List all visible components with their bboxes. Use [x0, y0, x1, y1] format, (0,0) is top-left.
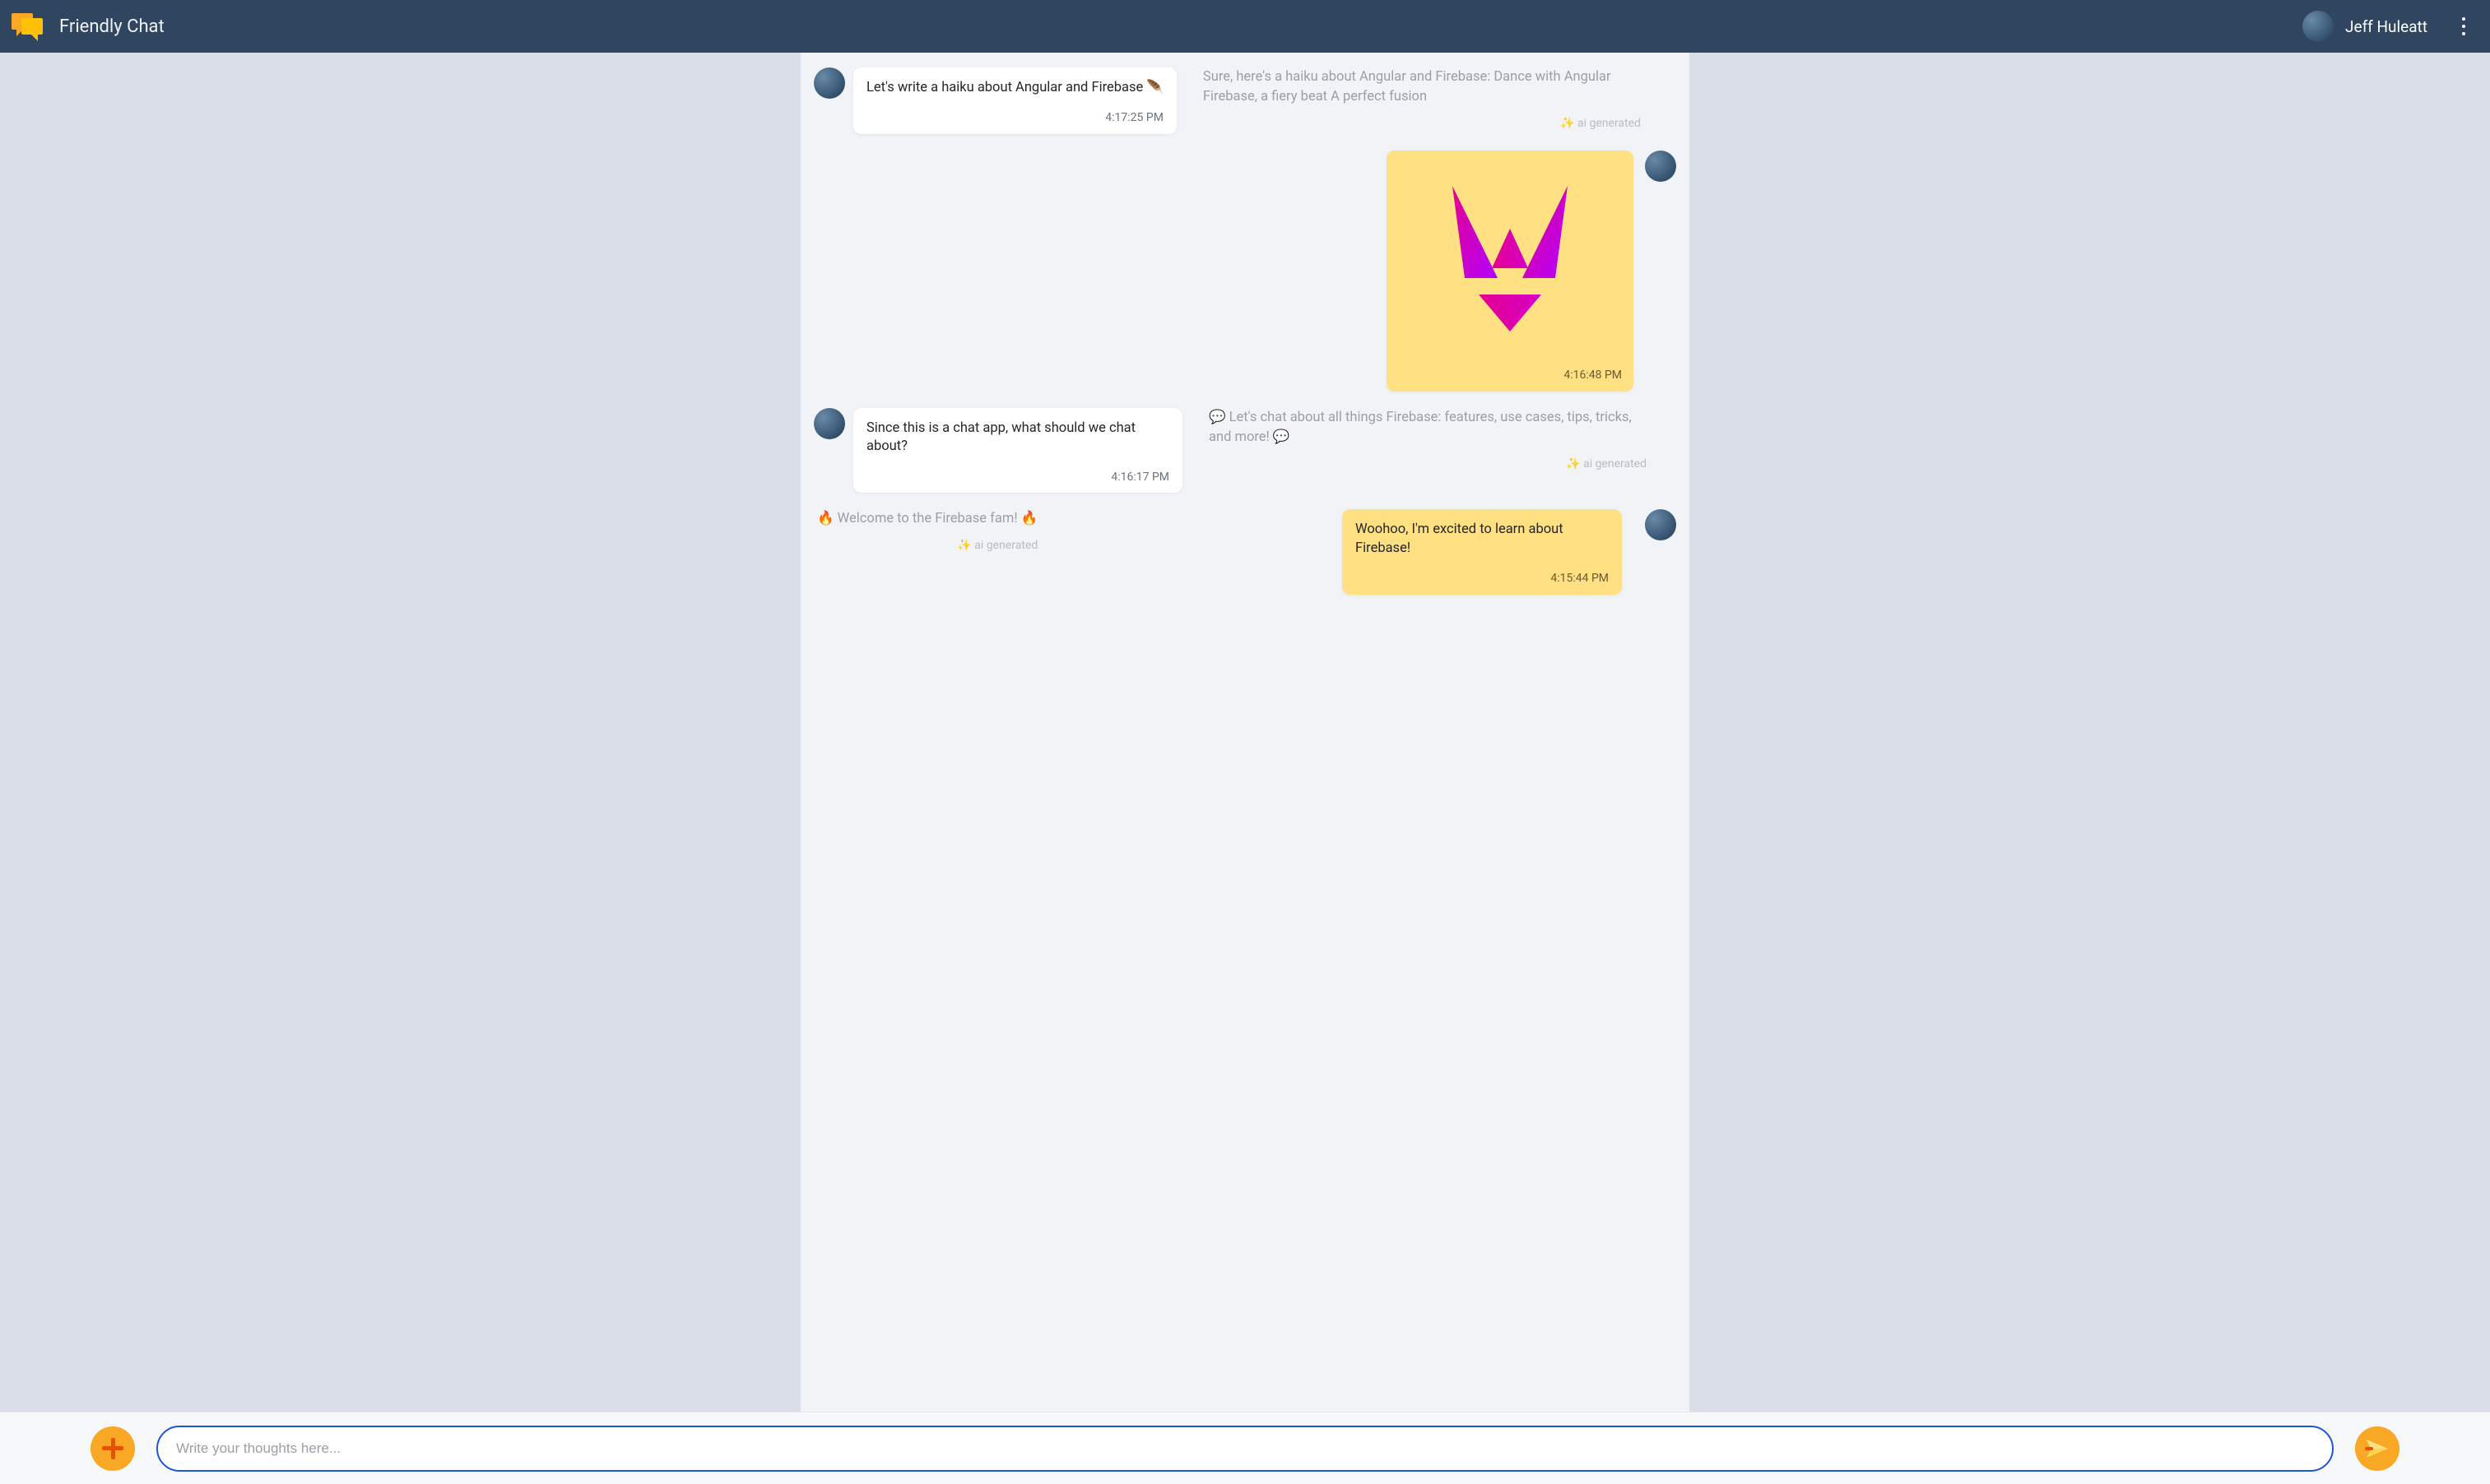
- ai-text: 💬 Let's chat about all things Firebase: …: [1209, 408, 1647, 448]
- message-timestamp: 4:16:17 PM: [866, 470, 1169, 485]
- message-input[interactable]: [156, 1426, 2334, 1472]
- user-avatar[interactable]: [2302, 11, 2334, 42]
- message-avatar: [1645, 151, 1676, 182]
- message-avatar: [814, 408, 845, 439]
- ai-suggestion: 💬 Let's chat about all things Firebase: …: [1206, 408, 1650, 472]
- message-avatar: [814, 67, 845, 99]
- message-bubble: Since this is a chat app, what should we…: [853, 408, 1182, 493]
- main-area: Let's write a haiku about Angular and Fi…: [0, 53, 2490, 1412]
- ai-generated-label: ✨ ai generated: [817, 537, 1038, 554]
- angular-logo-image: [1387, 151, 1633, 364]
- more-menu-icon[interactable]: [2454, 10, 2474, 43]
- composer-bar: [0, 1412, 2490, 1484]
- ai-text: Sure, here's a haiku about Angular and F…: [1203, 67, 1641, 107]
- message-row: Let's write a haiku about Angular and Fi…: [814, 67, 1676, 134]
- message-timestamp: 4:16:48 PM: [1387, 368, 1633, 392]
- ai-generated-label: ✨ ai generated: [1209, 456, 1647, 472]
- message-bubble: Woohoo, I'm excited to learn about Fireb…: [1342, 509, 1622, 594]
- message-text: Woohoo, I'm excited to learn about Fireb…: [1355, 521, 1609, 558]
- message-row: Since this is a chat app, what should we…: [814, 408, 1676, 493]
- message-text: Since this is a chat app, what should we…: [866, 420, 1169, 457]
- send-button[interactable]: [2355, 1426, 2399, 1471]
- ai-generated-label: ✨ ai generated: [1203, 115, 1641, 132]
- ai-suggestion: Sure, here's a haiku about Angular and F…: [1200, 67, 1644, 132]
- message-row: 🔥 Welcome to the Firebase fam! 🔥 ✨ ai ge…: [814, 509, 1676, 594]
- message-avatar: [1645, 509, 1676, 540]
- message-row: 4:16:48 PM: [814, 151, 1676, 392]
- user-name: Jeff Huleatt: [2345, 17, 2427, 36]
- message-bubble: Let's write a haiku about Angular and Fi…: [853, 67, 1177, 134]
- chat-panel[interactable]: Let's write a haiku about Angular and Fi…: [801, 53, 1689, 1412]
- ai-suggestion: 🔥 Welcome to the Firebase fam! 🔥 ✨ ai ge…: [814, 509, 1041, 554]
- message-bubble-image: 4:16:48 PM: [1387, 151, 1633, 392]
- message-timestamp: 4:17:25 PM: [866, 110, 1164, 126]
- chat-logo-icon: [10, 10, 48, 43]
- logo-group: Friendly Chat: [10, 10, 165, 43]
- message-timestamp: 4:15:44 PM: [1355, 571, 1609, 587]
- user-area[interactable]: Jeff Huleatt: [2302, 10, 2474, 43]
- ai-text: 🔥 Welcome to the Firebase fam! 🔥: [817, 509, 1038, 529]
- app-header: Friendly Chat Jeff Huleatt: [0, 0, 2490, 53]
- add-attachment-button[interactable]: [91, 1426, 135, 1471]
- app-title: Friendly Chat: [59, 16, 165, 37]
- message-text: Let's write a haiku about Angular and Fi…: [866, 79, 1164, 97]
